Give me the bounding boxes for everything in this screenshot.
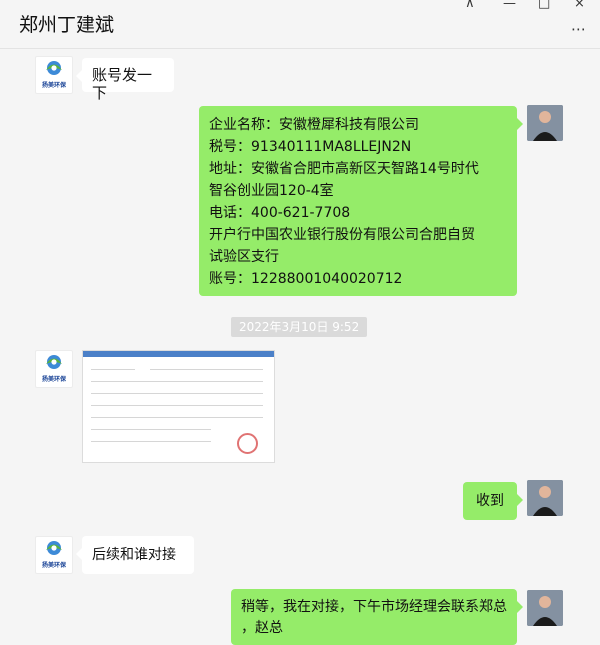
more-options-icon[interactable]: ⋯ <box>571 20 587 38</box>
message-bubble-incoming[interactable]: 账号发一下 <box>76 58 174 102</box>
image-line <box>91 429 211 430</box>
profile-photo-icon <box>527 590 563 626</box>
image-line <box>91 405 263 406</box>
own-avatar[interactable] <box>527 590 563 626</box>
address-line-cont: 智谷创业园120-4室 <box>209 183 334 199</box>
image-line <box>150 369 263 370</box>
pin-icon[interactable]: ⊼ <box>465 0 475 11</box>
image-line <box>91 369 135 370</box>
bank-line: 开户行中国农业银行股份有限公司合肥自贸 <box>209 227 475 243</box>
title-bar: 郑州丁建斌 ⊼ — □ × ⋯ <box>0 0 600 49</box>
message-bubble-outgoing[interactable]: 稍等，我在对接，下午市场经理会联系郑总 ，赵总 <box>231 589 523 645</box>
image-line <box>91 441 211 442</box>
message-bubble-incoming[interactable]: 后续和谁对接 <box>76 536 194 574</box>
own-avatar[interactable] <box>527 480 563 516</box>
tax-id-line: 税号：91340111MA8LLEJN2N <box>209 139 412 155</box>
image-line <box>91 417 263 418</box>
logo-text: 扬美环保 <box>41 562 66 569</box>
stamp-icon <box>237 433 258 454</box>
company-info-message[interactable]: 企业名称：安徽橙犀科技有限公司 税号：91340111MA8LLEJN2N 地址… <box>199 106 523 296</box>
company-name-line: 企业名称：安徽橙犀科技有限公司 <box>209 117 419 133</box>
account-number-line: 账号：12288001040020712 <box>209 271 403 287</box>
message-text: 稍等，我在对接，下午市场经理会联系郑总 <box>241 599 507 615</box>
image-line <box>91 381 263 382</box>
contact-avatar[interactable]: 扬美环保 <box>35 56 73 94</box>
profile-photo-icon <box>527 480 563 516</box>
message-bubble-outgoing[interactable]: 收到 <box>463 482 523 520</box>
message-text: ，赵总 <box>241 620 283 636</box>
message-text: 收到 <box>476 493 504 509</box>
phone-line: 电话：400-621-7708 <box>209 205 351 221</box>
image-line <box>91 393 263 394</box>
own-avatar[interactable] <box>527 105 563 141</box>
chat-title: 郑州丁建斌 <box>19 14 115 36</box>
address-line: 地址：安徽省合肥市高新区天智路14号时代 <box>209 161 479 177</box>
contact-avatar[interactable]: 扬美环保 <box>35 350 73 388</box>
image-header-bar <box>83 351 274 357</box>
profile-photo-icon <box>527 105 563 141</box>
image-message[interactable] <box>82 350 275 463</box>
logo-text: 扬美环保 <box>41 376 66 383</box>
message-text: 账号发一下 <box>92 66 153 102</box>
message-timestamp: 2022年3月10日 9:52 <box>231 317 368 337</box>
bank-line-cont: 试验区支行 <box>209 249 279 265</box>
logo-text: 扬美环保 <box>41 82 66 89</box>
minimize-icon[interactable]: — <box>503 0 516 11</box>
message-text: 后续和谁对接 <box>92 547 176 563</box>
contact-avatar[interactable]: 扬美环保 <box>35 536 73 574</box>
close-icon[interactable]: × <box>574 0 585 11</box>
maximize-icon[interactable]: □ <box>538 0 550 11</box>
